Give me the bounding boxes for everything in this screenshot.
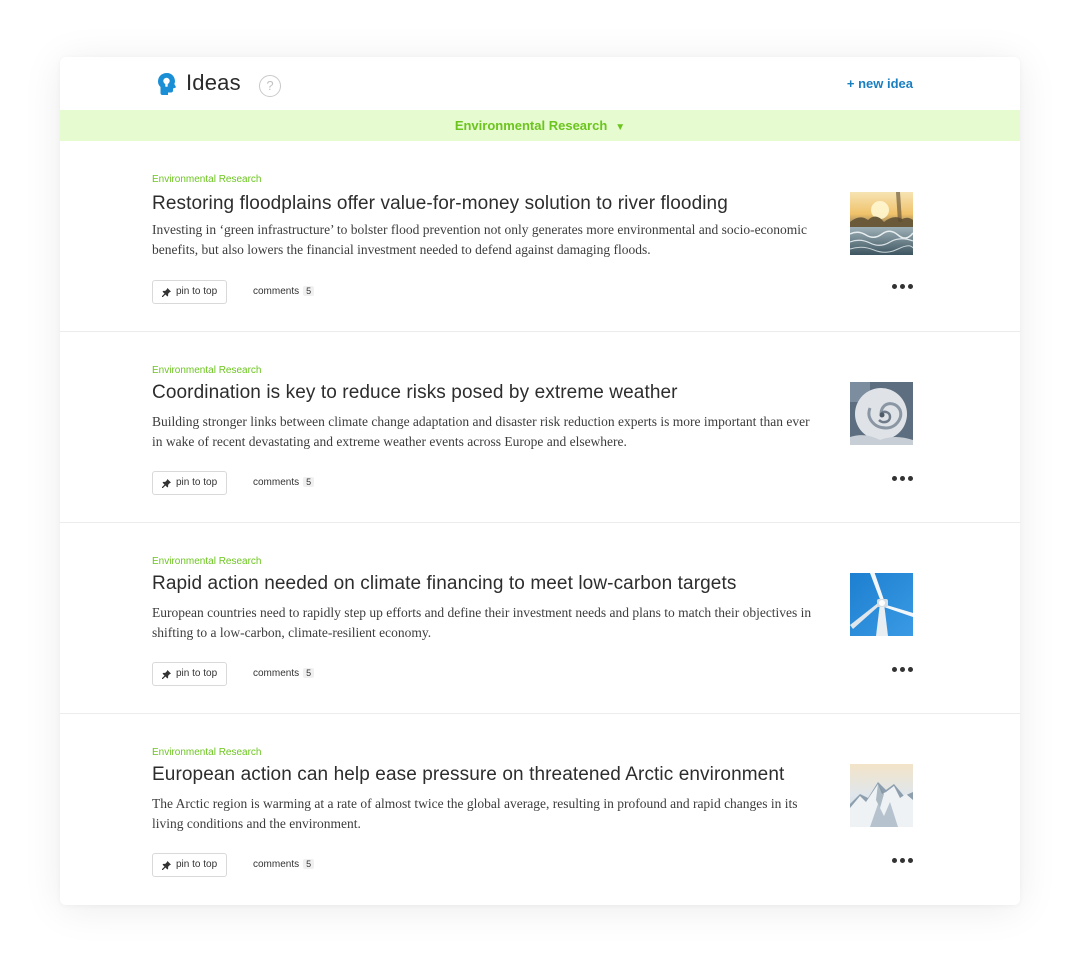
pin-label: pin to top <box>176 859 218 870</box>
pin-to-top-button[interactable]: pin to top <box>152 280 228 304</box>
ideas-panel: Ideas ? + new idea Environmental Researc… <box>60 57 1020 905</box>
idea-title[interactable]: Restoring floodplains offer value-for-mo… <box>152 193 728 215</box>
comments-link[interactable]: comments 5 <box>253 477 315 488</box>
idea-category[interactable]: Environmental Research <box>152 365 262 376</box>
idea-category[interactable]: Environmental Research <box>152 556 262 567</box>
category-filter-dropdown[interactable]: Environmental Research ▼ <box>60 110 1020 141</box>
idea-category[interactable]: Environmental Research <box>152 747 262 758</box>
pin-icon <box>162 478 171 488</box>
pin-label: pin to top <box>176 286 218 297</box>
comments-count: 5 <box>303 859 315 869</box>
idea-item: Environmental Research Restoring floodpl… <box>60 141 1020 332</box>
idea-title[interactable]: Coordination is key to reduce risks pose… <box>152 382 678 404</box>
idea-title[interactable]: Rapid action needed on climate financing… <box>152 573 736 595</box>
idea-title[interactable]: European action can help ease pressure o… <box>152 764 784 786</box>
idea-item: Environmental Research Coordination is k… <box>60 332 1020 523</box>
comments-label: comments <box>253 668 300 679</box>
snowy-mountain-image[interactable] <box>850 764 913 827</box>
pin-icon <box>162 860 171 870</box>
comments-count: 5 <box>303 477 315 487</box>
idea-item: Environmental Research European action c… <box>60 714 1020 905</box>
more-options-icon[interactable] <box>890 853 914 867</box>
wind-turbine-image[interactable] <box>850 573 913 636</box>
new-idea-button[interactable]: + new idea <box>847 76 913 91</box>
pin-icon <box>162 669 171 679</box>
comments-link[interactable]: comments 5 <box>253 668 315 679</box>
pin-to-top-button[interactable]: pin to top <box>152 662 228 686</box>
comments-count: 5 <box>303 668 315 678</box>
pin-to-top-button[interactable]: pin to top <box>152 853 228 877</box>
idea-category[interactable]: Environmental Research <box>152 174 262 185</box>
caret-down-icon: ▼ <box>615 122 626 133</box>
idea-description: The Arctic region is warming at a rate o… <box>152 796 798 831</box>
help-icon[interactable]: ? <box>259 75 281 97</box>
more-options-icon[interactable] <box>890 662 914 676</box>
comments-link[interactable]: comments 5 <box>253 286 315 297</box>
comments-label: comments <box>253 286 300 297</box>
hurricane-satellite-image[interactable] <box>850 382 913 445</box>
pin-to-top-button[interactable]: pin to top <box>152 471 228 495</box>
idea-description: Investing in ‘green infrastructure’ to b… <box>152 222 808 257</box>
header: Ideas ? + new idea <box>60 57 1020 110</box>
pin-label: pin to top <box>176 668 218 679</box>
more-options-icon[interactable] <box>890 279 914 293</box>
river-sunset-image[interactable] <box>850 192 913 255</box>
idea-item: Environmental Research Rapid action need… <box>60 523 1020 714</box>
idea-description: Building stronger links between climate … <box>152 414 810 449</box>
page-title: Ideas <box>186 70 241 95</box>
idea-description: European countries need to rapidly step … <box>152 605 812 640</box>
comments-label: comments <box>253 859 300 870</box>
pin-label: pin to top <box>176 477 218 488</box>
lightbulb-head-icon <box>158 73 176 95</box>
category-filter-label: Environmental Research <box>454 118 608 133</box>
more-options-icon[interactable] <box>890 471 914 485</box>
comments-link[interactable]: comments 5 <box>253 859 315 870</box>
pin-icon <box>162 287 171 297</box>
comments-label: comments <box>253 477 300 488</box>
comments-count: 5 <box>303 286 315 296</box>
